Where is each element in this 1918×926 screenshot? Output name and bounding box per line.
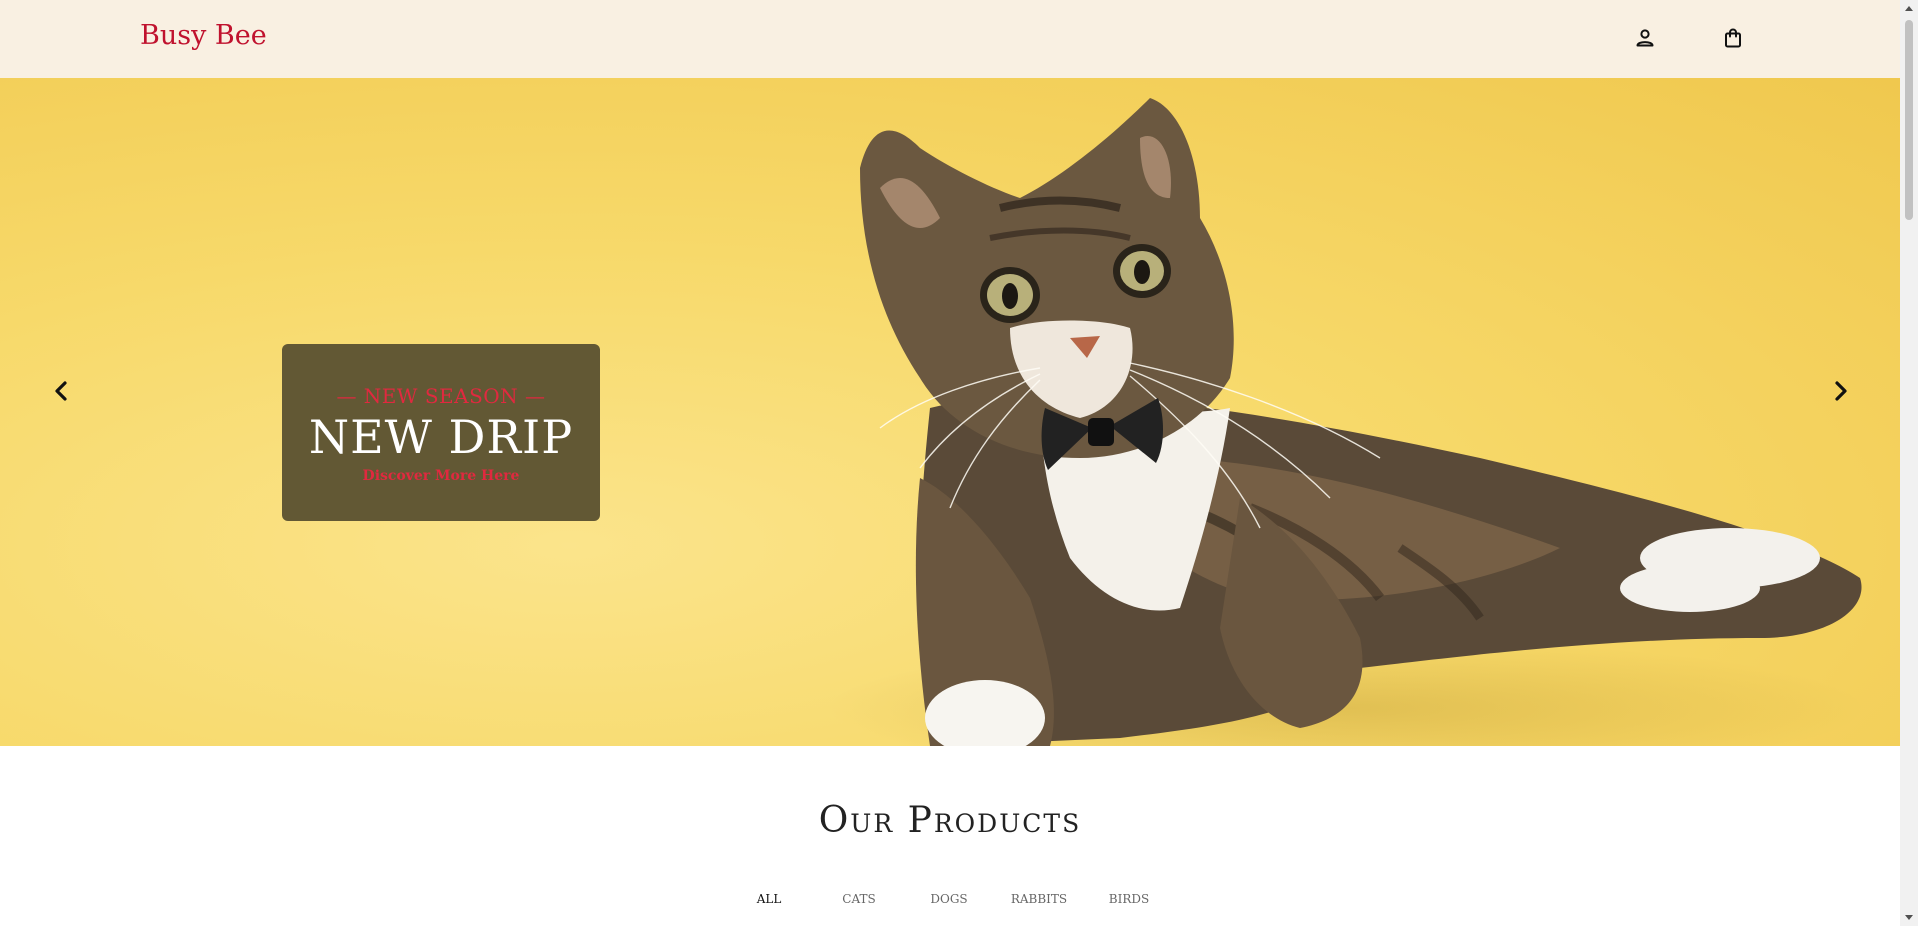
tab-dogs[interactable]: DOGS: [904, 880, 994, 926]
scroll-up-arrow[interactable]: [1905, 6, 1913, 11]
carousel-prev-button[interactable]: [46, 376, 76, 406]
account-button[interactable]: [1633, 26, 1657, 50]
scroll-down-arrow[interactable]: [1905, 915, 1913, 920]
promo-title: NEW DRIP: [308, 410, 574, 464]
hero-carousel: — NEW SEASON — NEW DRIP Discover More He…: [0, 78, 1900, 746]
discover-more-link[interactable]: Discover More Here: [282, 468, 600, 484]
chevron-right-icon: [1835, 381, 1847, 401]
scrollbar-thumb[interactable]: [1905, 20, 1913, 220]
products-heading: Our Products: [818, 800, 1082, 841]
promo-card: — NEW SEASON — NEW DRIP Discover More He…: [282, 344, 600, 521]
page: Busy Bee — NEW SEASON — NEW DRIP Discove…: [0, 0, 1900, 926]
shopping-bag-icon: [1725, 28, 1741, 48]
page-scrollbar[interactable]: [1900, 0, 1918, 926]
person-icon: [1636, 29, 1654, 47]
tab-birds[interactable]: BIRDS: [1084, 880, 1174, 926]
promo-kicker: — NEW SEASON —: [336, 384, 546, 408]
tab-all[interactable]: ALL: [724, 880, 814, 926]
tab-rabbits[interactable]: RABBITS: [994, 880, 1084, 926]
cart-button[interactable]: [1721, 26, 1745, 50]
brand-logo[interactable]: Busy Bee: [140, 20, 267, 51]
tab-cats[interactable]: CATS: [814, 880, 904, 926]
site-header: Busy Bee: [0, 0, 1900, 78]
chevron-left-icon: [55, 381, 67, 401]
carousel-next-button[interactable]: [1826, 376, 1856, 406]
